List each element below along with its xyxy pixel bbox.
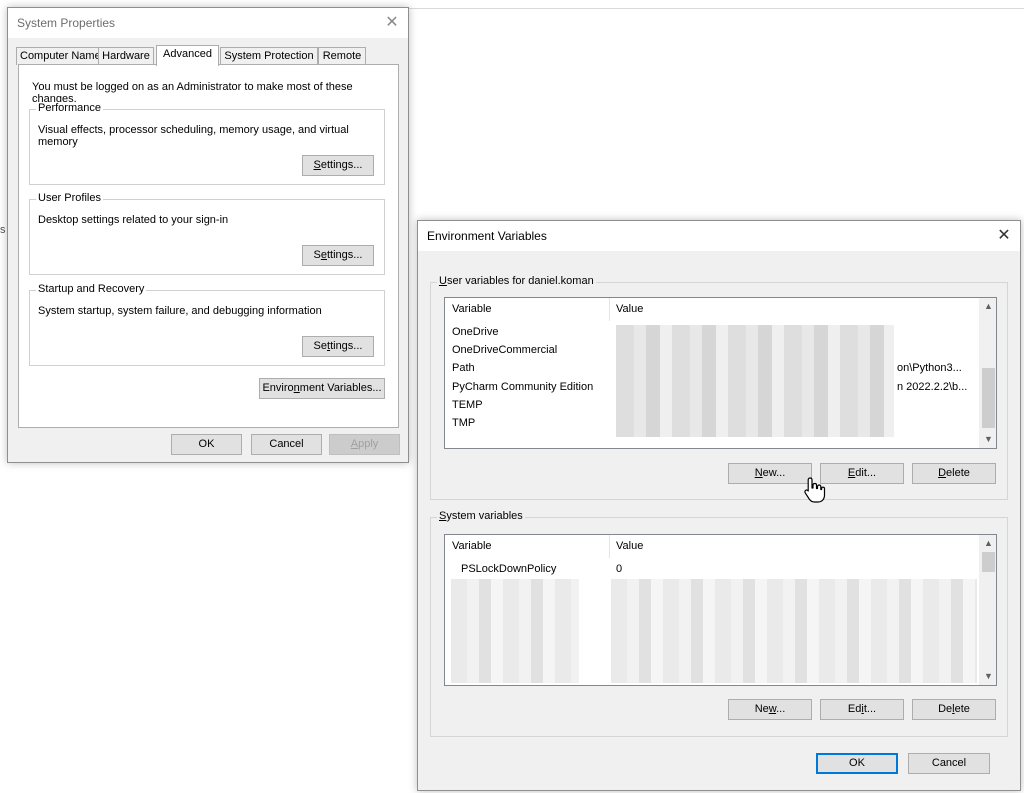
user-variables-legend: User variables for daniel.koman [437,275,596,287]
performance-group: Performance Visual effects, processor sc… [29,102,385,185]
startup-recovery-group: Startup and Recovery System startup, sys… [29,283,385,366]
user-variables-list[interactable]: Variable Value OneDrive OneDriveCommerci… [444,297,997,449]
cancel-button[interactable]: Cancel [908,753,990,774]
list-item[interactable]: PSLockDownPolicy [461,563,556,575]
system-delete-button[interactable]: Delete [912,699,996,720]
performance-legend: Performance [36,102,103,114]
user-profiles-group: User Profiles Desktop settings related t… [29,192,385,275]
user-profiles-settings-button[interactable]: Settings... [302,245,374,266]
column-separator[interactable] [609,298,610,321]
user-profiles-description: Desktop settings related to your sign-in [38,214,229,226]
column-header-value[interactable]: Value [616,303,643,315]
redacted-values [616,325,894,437]
column-header-variable[interactable]: Variable [452,303,492,315]
performance-description: Visual effects, processor scheduling, me… [38,124,349,148]
path-value-fragment: on\Python3... [897,362,962,374]
column-header-variable[interactable]: Variable [452,540,492,552]
pycharm-value-fragment: n 2022.2.2\b... [897,381,968,393]
column-header-value[interactable]: Value [616,540,643,552]
environment-variables-button[interactable]: Environment Variables... [259,378,385,399]
startup-recovery-description: System startup, system failure, and debu… [38,305,322,317]
list-item[interactable]: OneDrive [452,326,498,338]
column-separator[interactable] [609,535,610,558]
system-edit-button[interactable]: Edit... [820,699,904,720]
performance-settings-button[interactable]: Settings... [302,155,374,176]
tab-hardware[interactable]: Hardware [98,47,154,65]
user-profiles-legend: User Profiles [36,192,103,204]
cancel-button[interactable]: Cancel [251,434,322,455]
scroll-up-icon[interactable]: ▲ [980,298,996,315]
list-header: Variable Value [445,535,979,558]
background-text-fragment: s [0,224,6,236]
tab-system-protection[interactable]: System Protection [220,47,318,65]
system-variables-group: System variables Variable Value PSLockDo… [430,510,1008,737]
user-variables-group: User variables for daniel.koman Variable… [430,275,1008,500]
redacted-values [611,579,977,683]
startup-recovery-legend: Startup and Recovery [36,283,147,295]
tab-remote[interactable]: Remote [318,47,366,65]
scroll-thumb[interactable] [982,368,995,428]
hand-pointer-icon [804,477,826,503]
system-new-button[interactable]: New... [728,699,812,720]
startup-recovery-settings-button[interactable]: Settings... [302,336,374,357]
scroll-down-icon[interactable]: ▼ [980,668,996,685]
scroll-thumb[interactable] [982,552,995,572]
user-new-button[interactable]: New... [728,463,812,484]
close-icon[interactable]: ✕ [382,13,402,33]
vertical-scrollbar[interactable]: ▲ ▼ [979,298,996,448]
dialog-title: System Properties [17,16,116,30]
system-properties-dialog: System Properties ✕ Computer Name Hardwa… [7,7,409,463]
system-variables-legend: System variables [437,510,525,522]
dialog-title: Environment Variables [427,229,547,243]
user-delete-button[interactable]: Delete [912,463,996,484]
vertical-scrollbar[interactable]: ▲ ▼ [979,535,996,685]
list-item[interactable]: OneDriveCommercial [452,344,557,356]
list-item[interactable]: Path [452,362,475,374]
close-icon[interactable]: ✕ [994,226,1014,246]
user-edit-button[interactable]: Edit... [820,463,904,484]
tab-advanced[interactable]: Advanced [156,45,219,66]
scroll-down-icon[interactable]: ▼ [980,431,996,448]
advanced-tab-panel: You must be logged on as an Administrato… [18,64,399,428]
list-item[interactable]: TEMP [452,399,483,411]
apply-button[interactable]: Apply [329,434,400,455]
ok-button[interactable]: OK [816,753,898,774]
list-item-value: 0 [616,563,623,575]
background-window-edge [408,8,1024,9]
scroll-up-icon[interactable]: ▲ [980,535,996,552]
ok-button[interactable]: OK [171,434,242,455]
list-item[interactable]: TMP [452,417,475,429]
tab-computer-name[interactable]: Computer Name [16,47,101,65]
list-item[interactable]: PyCharm Community Edition [452,381,593,393]
title-bar[interactable]: System Properties ✕ [8,8,408,38]
system-variables-list[interactable]: Variable Value PSLockDownPolicy 0 ▲ ▼ [444,534,997,686]
redacted-variables [451,579,579,683]
environment-variables-dialog: Environment Variables ✕ User variables f… [417,220,1021,791]
list-header: Variable Value [445,298,979,321]
title-bar[interactable]: Environment Variables ✕ [418,221,1020,251]
